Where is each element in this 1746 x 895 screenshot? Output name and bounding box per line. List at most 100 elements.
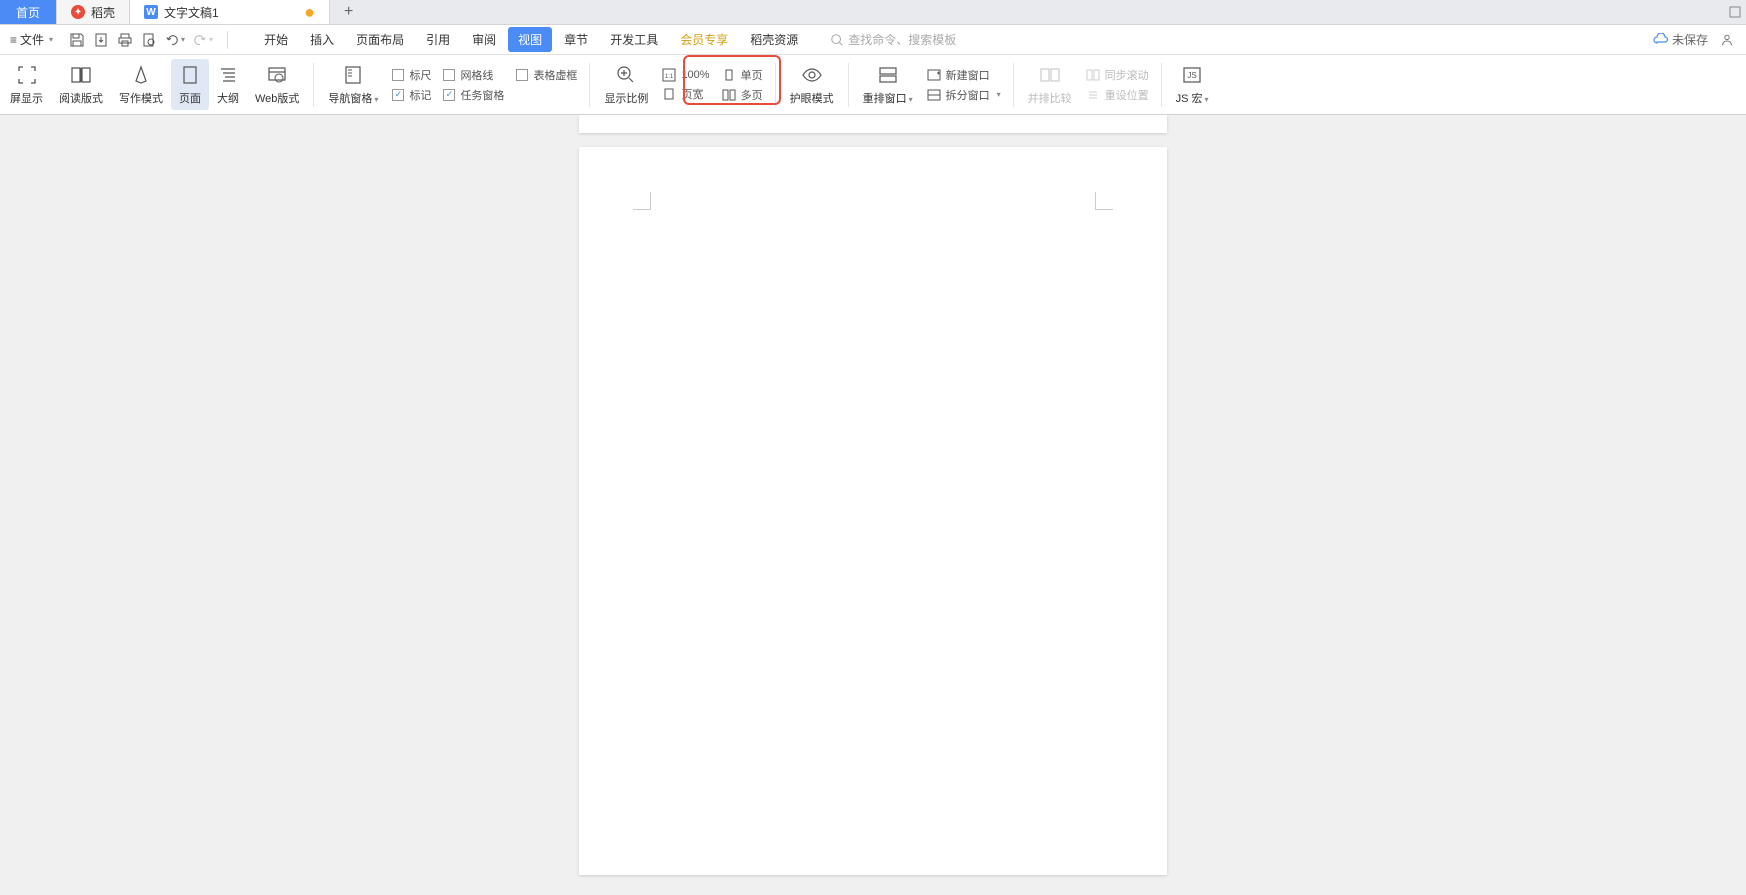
zoom-100-icon: 1:1 [662, 68, 676, 82]
separator [1161, 63, 1162, 107]
read-layout-button[interactable]: 阅读版式 [51, 59, 111, 110]
page-current[interactable] [579, 147, 1167, 875]
eye-mode-button[interactable]: 护眼模式 [782, 59, 842, 110]
tab-docker[interactable]: ✦ 稻壳 [57, 0, 130, 24]
arrange-windows-button[interactable]: 重排窗口▾ [855, 59, 921, 110]
reset-icon [1086, 89, 1100, 101]
nav-pane-button[interactable]: 导航窗格▾ [320, 59, 386, 110]
page-width-button[interactable]: 页宽 [662, 86, 709, 102]
quick-access-toolbar: ▾ ▾ [69, 31, 234, 49]
undo-button[interactable]: ▾ [165, 33, 185, 47]
side-by-side-button: 并排比较 [1020, 59, 1080, 110]
write-mode-button[interactable]: 写作模式 [111, 59, 171, 110]
js-icon: JS [1182, 63, 1202, 87]
menu-tabs: 开始 插入 页面布局 引用 审阅 视图 章节 开发工具 会员专享 稻壳资源 [254, 27, 808, 52]
compare-icon [1040, 63, 1060, 87]
share-button[interactable] [1720, 33, 1734, 47]
chevron-down-icon: ▾ [181, 35, 185, 44]
menu-left: ≡ 文件 ▾ ▾ ▾ [4, 27, 956, 52]
plus-icon: + [344, 3, 353, 21]
menu-tab-member[interactable]: 会员专享 [670, 27, 738, 52]
new-window-button[interactable]: 新建窗口 [927, 67, 1001, 83]
page-view-stack: 单页 多页 [716, 55, 769, 114]
checkboxes-group-2: 网格线 任务窗格 [437, 55, 510, 114]
menu-tab-chapter[interactable]: 章节 [554, 27, 598, 52]
file-menu-label: 文件 [20, 31, 44, 48]
tab-document[interactable]: W 文字文稿1 ● [130, 0, 330, 24]
arrange-icon [878, 63, 898, 87]
print-preview-button[interactable] [141, 32, 157, 48]
sync-scroll-button: 同步滚动 [1086, 67, 1149, 83]
new-window-icon [927, 69, 941, 81]
page-view-button[interactable]: 页面 [171, 59, 209, 110]
zoom-ratio-button[interactable]: 显示比例 [596, 59, 656, 110]
task-pane-checkbox[interactable]: 任务窗格 [443, 87, 504, 103]
fullscreen-button[interactable]: 屏显示 [2, 59, 51, 110]
menu-tab-dev-tools[interactable]: 开发工具 [600, 27, 668, 52]
multi-page-button[interactable]: 多页 [722, 87, 763, 103]
docker-icon: ✦ [71, 5, 85, 19]
export-button[interactable] [93, 32, 109, 48]
menu-tab-review[interactable]: 审阅 [462, 27, 506, 52]
menu-bar: ≡ 文件 ▾ ▾ ▾ [0, 25, 1746, 55]
gridlines-checkbox[interactable]: 网格线 [443, 67, 504, 83]
magnifier-icon [616, 63, 636, 87]
margin-corner-tl [633, 192, 651, 210]
ribbon: 屏显示 阅读版式 写作模式 页面 大纲 Web版式 导航窗格▾ 标尺 标记 网格… [0, 55, 1746, 115]
menu-tab-insert[interactable]: 插入 [300, 27, 344, 52]
js-macro-button[interactable]: JS JS 宏▾ [1168, 59, 1217, 110]
svg-text:JS: JS [1187, 71, 1196, 80]
file-menu[interactable]: ≡ 文件 ▾ [4, 28, 59, 51]
split-window-icon [927, 89, 941, 101]
menu-tab-view[interactable]: 视图 [508, 27, 552, 52]
separator [589, 63, 590, 107]
table-gridlines-checkbox[interactable]: 表格虚框 [516, 67, 577, 83]
tab-home[interactable]: 首页 [0, 0, 57, 24]
compare-stack: 同步滚动 重设位置 [1080, 55, 1155, 114]
margin-corner-tr [1095, 192, 1113, 210]
split-window-button[interactable]: 拆分窗口▾ [927, 87, 1001, 103]
command-search[interactable]: 查找命令、搜索模板 [830, 31, 956, 48]
separator [313, 63, 314, 107]
unsaved-label: 未保存 [1672, 31, 1708, 48]
book-icon [70, 63, 92, 87]
menu-tab-references[interactable]: 引用 [416, 27, 460, 52]
single-page-button[interactable]: 单页 [722, 67, 763, 83]
search-placeholder: 查找命令、搜索模板 [848, 31, 956, 48]
page-stack [579, 115, 1167, 895]
ruler-checkbox[interactable]: 标尺 [392, 67, 431, 83]
window-icon[interactable] [1728, 5, 1742, 19]
outline-button[interactable]: 大纲 [209, 59, 247, 110]
redo-button[interactable]: ▾ [193, 33, 213, 47]
window-stack: 新建窗口 拆分窗口▾ [921, 55, 1007, 114]
fullscreen-icon [17, 63, 37, 87]
pen-icon [132, 63, 150, 87]
print-button[interactable] [117, 32, 133, 48]
chevron-down-icon: ▾ [49, 35, 53, 44]
eye-icon [801, 63, 823, 87]
zoom-stack: 1:1 100% 页宽 [656, 55, 715, 114]
separator [1013, 63, 1014, 107]
menu-tab-page-layout[interactable]: 页面布局 [346, 27, 414, 52]
zoom-100-button[interactable]: 1:1 100% [662, 68, 709, 82]
web-layout-button[interactable]: Web版式 [247, 59, 307, 110]
markup-checkbox[interactable]: 标记 [392, 87, 431, 103]
checkboxes-group-3: 表格虚框 [510, 55, 583, 114]
search-icon [830, 33, 844, 47]
menu-tab-start[interactable]: 开始 [254, 27, 298, 52]
menu-right: 未保存 [1653, 31, 1742, 48]
page-previous-bottom[interactable] [579, 115, 1167, 133]
tab-add-button[interactable]: + [330, 0, 367, 24]
tab-document-label: 文字文稿1 [164, 4, 219, 21]
separator [227, 31, 228, 49]
separator [848, 63, 849, 107]
reset-position-button: 重设位置 [1086, 87, 1149, 103]
menu-tab-docker-resources[interactable]: 稻壳资源 [740, 27, 808, 52]
tab-bar: 首页 ✦ 稻壳 W 文字文稿1 ● + [0, 0, 1746, 25]
tabbar-right [1728, 0, 1746, 24]
unsaved-status[interactable]: 未保存 [1653, 31, 1708, 48]
word-doc-icon: W [144, 5, 158, 19]
outline-icon [219, 63, 237, 87]
save-button[interactable] [69, 32, 85, 48]
document-workspace[interactable] [0, 115, 1746, 895]
